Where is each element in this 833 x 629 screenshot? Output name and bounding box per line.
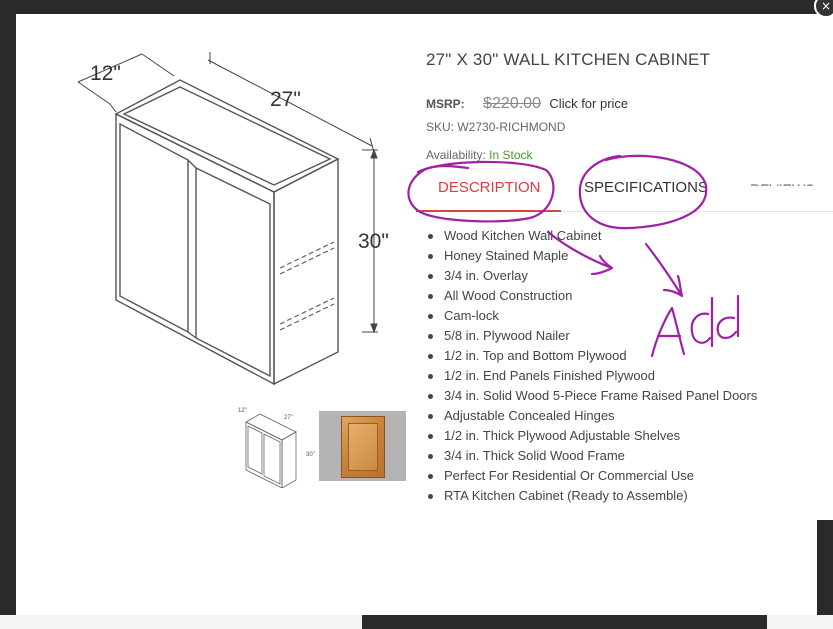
thumbnail-dimension-drawing[interactable]: 12" 27" 30" (236, 404, 316, 489)
list-item: 3/4 in. Solid Wood 5-Piece Frame Raised … (424, 386, 757, 406)
feature-list: Wood Kitchen Wall Cabinet Honey Stained … (424, 226, 757, 506)
thumb-width-label: 27" (284, 415, 293, 421)
list-item: 1/2 in. Top and Bottom Plywood (424, 346, 757, 366)
list-item: RTA Kitchen Cabinet (Ready to Assemble) (424, 486, 757, 506)
product-title: 27" X 30" WALL KITCHEN CABINET (426, 50, 711, 69)
modal-edge (817, 14, 833, 520)
active-tab-indicator (416, 210, 561, 212)
list-item: 3/4 in. Thick Solid Wood Frame (424, 446, 757, 466)
page-footer-strip (0, 615, 362, 629)
list-item: Honey Stained Maple (424, 246, 757, 266)
thumbnail-door-sample[interactable] (319, 411, 406, 481)
msrp-price: $220.00 (483, 95, 541, 112)
availability-label: Availability: (426, 148, 490, 162)
tab-specifications[interactable]: SPECIFICATIONS (584, 179, 708, 196)
tab-description[interactable]: DESCRIPTION (438, 179, 541, 196)
list-item: 5/8 in. Plywood Nailer (424, 326, 757, 346)
sku: SKU: W2730-RICHMOND (426, 120, 566, 134)
list-item: Perfect For Residential Or Commercial Us… (424, 466, 757, 486)
height-dimension-label: 30" (358, 230, 389, 253)
list-item: Adjustable Concealed Hinges (424, 406, 757, 426)
page-footer-strip-right (767, 615, 833, 629)
thumb-depth-label: 12" (238, 408, 247, 414)
list-item: Cam-lock (424, 306, 757, 326)
product-tabs: DESCRIPTION SPECIFICATIONS REVIEWS (416, 168, 833, 212)
door-sample-image (341, 416, 385, 478)
tab-reviews[interactable]: REVIEWS (750, 181, 815, 186)
depth-dimension-label: 12" (90, 62, 121, 85)
availability-status: In Stock (489, 148, 533, 162)
list-item: 1/2 in. Thick Plywood Adjustable Shelves (424, 426, 757, 446)
width-dimension-label: 27" (270, 88, 301, 111)
list-item: Wood Kitchen Wall Cabinet (424, 226, 757, 246)
cabinet-dimension-drawing[interactable]: 12" 27" 30" (58, 42, 410, 392)
availability: Availability: In Stock (426, 148, 533, 162)
click-for-price-link[interactable]: Click for price (549, 96, 628, 111)
thumb-height-label: 30" (306, 452, 315, 458)
price-row: MSRP: $220.00 Click for price (426, 95, 628, 113)
list-item: 3/4 in. Overlay (424, 266, 757, 286)
msrp-label: MSRP: (426, 97, 465, 111)
list-item: 1/2 in. End Panels Finished Plywood (424, 366, 757, 386)
list-item: All Wood Construction (424, 286, 757, 306)
